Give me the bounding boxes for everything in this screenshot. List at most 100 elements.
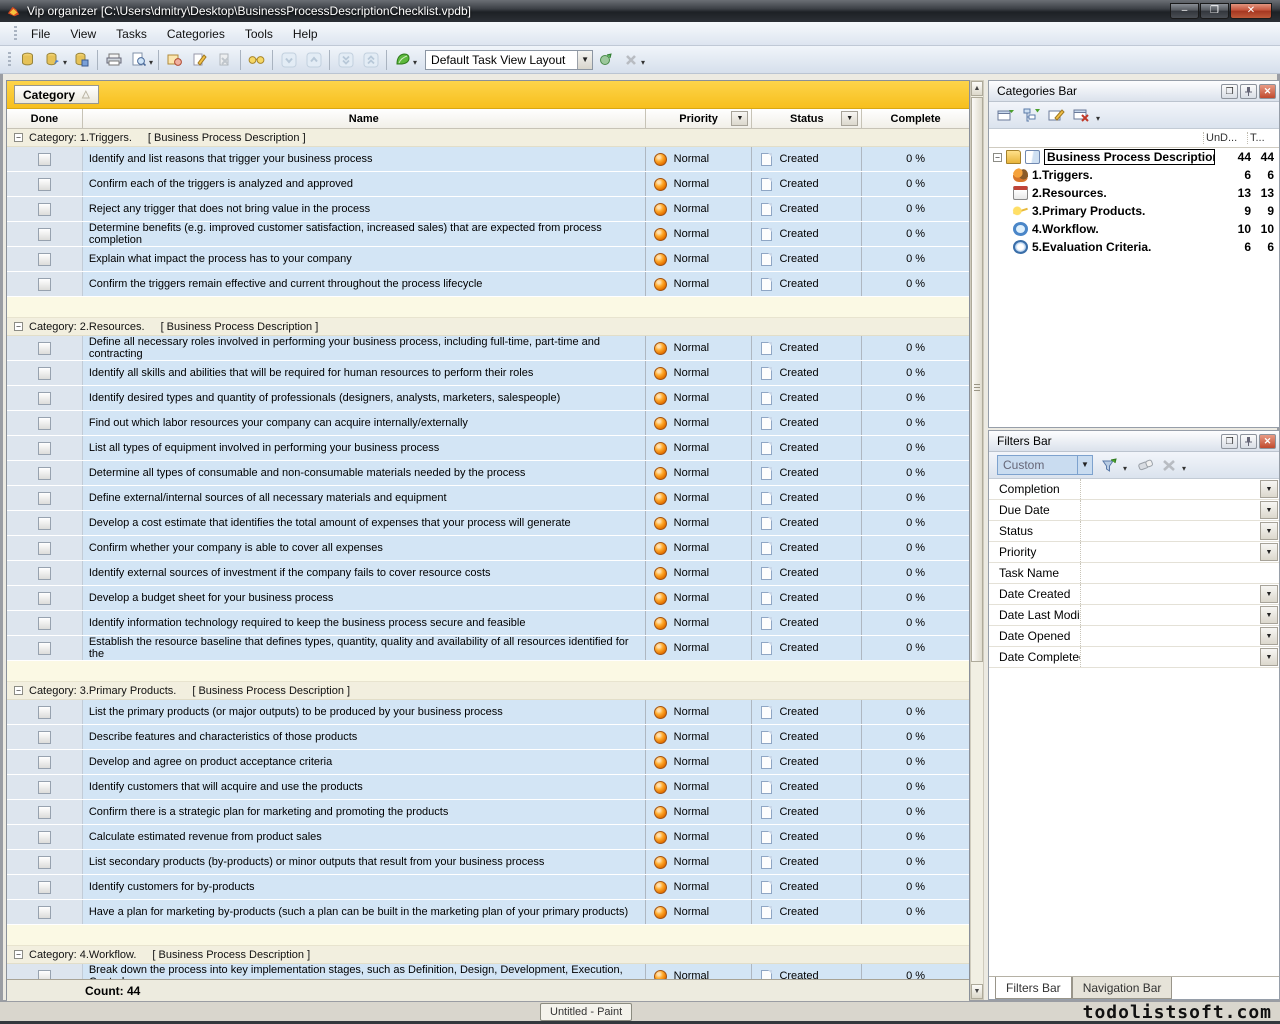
done-checkbox[interactable] (38, 731, 51, 744)
priority-cell[interactable]: Normal (645, 964, 752, 979)
complete-cell[interactable]: 0 % (861, 411, 969, 435)
status-cell[interactable]: Created (751, 850, 861, 874)
status-cell[interactable]: Created (751, 511, 861, 535)
status-cell[interactable]: Created (751, 800, 861, 824)
task-name-cell[interactable]: Confirm the triggers remain effective an… (82, 272, 645, 296)
filter-dropdown-icon[interactable]: ▼ (1260, 606, 1278, 624)
priority-cell[interactable]: Normal (645, 461, 752, 485)
categories-bar-close-icon[interactable]: ✕ (1259, 84, 1276, 99)
priority-cell[interactable]: Normal (645, 486, 752, 510)
tree-category-label[interactable]: 2.Resources. (1032, 186, 1215, 200)
complete-cell[interactable]: 0 % (861, 486, 969, 510)
column-status[interactable]: Status ▼ (751, 109, 861, 128)
status-cell[interactable]: Created (751, 386, 861, 410)
complete-cell[interactable]: 0 % (861, 700, 969, 724)
done-checkbox[interactable] (38, 253, 51, 266)
filter-label[interactable]: Date Last Modified (989, 605, 1081, 625)
clear-filter-icon[interactable] (1137, 459, 1154, 472)
new-subcategory-icon[interactable] (1023, 108, 1040, 123)
print-preview-dropdown-icon[interactable]: ▾ (149, 58, 153, 67)
tree-root-label[interactable]: Business Process Description (1044, 149, 1215, 165)
save-database-icon[interactable] (69, 48, 94, 71)
category-header-row[interactable]: − Category: 1.Triggers. [ Business Proce… (7, 129, 969, 147)
complete-cell[interactable]: 0 % (861, 725, 969, 749)
task-name-cell[interactable]: Identify all skills and abilities that w… (82, 361, 645, 385)
done-checkbox[interactable] (38, 442, 51, 455)
filters-bar-restore-icon[interactable]: ❐ (1221, 434, 1238, 449)
priority-cell[interactable]: Normal (645, 725, 752, 749)
status-cell[interactable]: Created (751, 197, 861, 221)
done-checkbox[interactable] (38, 881, 51, 894)
tree-column-total[interactable]: T... (1247, 132, 1279, 144)
filter-dropdown-icon[interactable]: ▼ (1260, 648, 1278, 666)
tree-column-undone[interactable]: UnD... (1203, 132, 1247, 144)
priority-cell[interactable]: Normal (645, 775, 752, 799)
task-name-cell[interactable]: Identify customers for by-products (82, 875, 645, 899)
status-filter-dropdown-icon[interactable]: ▼ (841, 111, 858, 126)
done-checkbox[interactable] (38, 153, 51, 166)
done-checkbox[interactable] (38, 781, 51, 794)
priority-cell[interactable]: Normal (645, 361, 752, 385)
task-row[interactable]: List all types of equipment involved in … (7, 436, 969, 460)
tree-category-row[interactable]: 5.Evaluation Criteria. 6 6 (989, 238, 1279, 256)
move-top-icon[interactable] (358, 48, 383, 71)
print-icon[interactable] (101, 48, 126, 71)
complete-cell[interactable]: 0 % (861, 636, 969, 660)
status-cell[interactable]: Created (751, 636, 861, 660)
filter-label[interactable]: Completion (989, 479, 1081, 499)
status-cell[interactable]: Created (751, 461, 861, 485)
delete-filter-icon[interactable] (1162, 459, 1176, 472)
task-row[interactable]: Explain what impact the process has to y… (7, 247, 969, 271)
tree-category-row[interactable]: 1.Triggers. 6 6 (989, 166, 1279, 184)
restore-button[interactable]: ❐ (1200, 3, 1229, 19)
filter-preset-combo[interactable]: Custom ▼ (997, 455, 1093, 475)
complete-cell[interactable]: 0 % (861, 825, 969, 849)
task-name-cell[interactable]: Identify desired types and quantity of p… (82, 386, 645, 410)
title-bar[interactable]: Vip organizer [C:\Users\dmitry\Desktop\B… (0, 0, 1280, 22)
move-bottom-icon[interactable] (333, 48, 358, 71)
filter-value-field[interactable] (1081, 563, 1260, 583)
open-database-icon[interactable] (40, 48, 65, 71)
menu-item[interactable]: File (21, 24, 60, 44)
task-row[interactable]: Define external/internal sources of all … (7, 486, 969, 510)
filter-value-field[interactable] (1081, 479, 1260, 499)
column-done[interactable]: Done (7, 109, 82, 128)
priority-filter-dropdown-icon[interactable]: ▼ (731, 111, 748, 126)
priority-cell[interactable]: Normal (645, 336, 752, 360)
priority-cell[interactable]: Normal (645, 536, 752, 560)
edit-category-icon[interactable] (1048, 108, 1065, 123)
scroll-down-icon[interactable]: ▼ (971, 984, 983, 999)
task-name-cell[interactable]: Explain what impact the process has to y… (82, 247, 645, 271)
status-cell[interactable]: Created (751, 536, 861, 560)
filters-bar-close-icon[interactable]: ✕ (1259, 434, 1276, 449)
done-checkbox[interactable] (38, 706, 51, 719)
status-cell[interactable]: Created (751, 964, 861, 979)
menu-item[interactable]: Tasks (106, 24, 157, 44)
complete-cell[interactable]: 0 % (861, 436, 969, 460)
status-cell[interactable]: Created (751, 700, 861, 724)
status-cell[interactable]: Created (751, 875, 861, 899)
filter-dropdown-icon[interactable]: ▼ (1260, 522, 1278, 540)
filter-dropdown-icon[interactable]: ▼ (1260, 585, 1278, 603)
complete-cell[interactable]: 0 % (861, 900, 969, 924)
filter-value-field[interactable] (1081, 500, 1260, 520)
task-name-cell[interactable]: Identify external sources of investment … (82, 561, 645, 585)
task-row[interactable]: Describe features and characteristics of… (7, 725, 969, 749)
filter-label[interactable]: Status (989, 521, 1081, 541)
task-row[interactable]: Develop a budget sheet for your business… (7, 586, 969, 610)
complete-cell[interactable]: 0 % (861, 386, 969, 410)
complete-cell[interactable]: 0 % (861, 461, 969, 485)
tree-category-row[interactable]: 2.Resources. 13 13 (989, 184, 1279, 202)
filter-dropdown-icon[interactable]: ▼ (1260, 501, 1278, 519)
filter-label[interactable]: Date Created (989, 584, 1081, 604)
task-name-cell[interactable]: List the primary products (or major outp… (82, 700, 645, 724)
table-scrollbar[interactable]: ▲ ▼ (970, 80, 984, 1000)
task-row[interactable]: Determine benefits (e.g. improved custom… (7, 222, 969, 246)
complete-cell[interactable]: 0 % (861, 875, 969, 899)
filter-dropdown-icon[interactable]: ▼ (1260, 480, 1278, 498)
priority-cell[interactable]: Normal (645, 222, 752, 246)
task-row[interactable]: Define all necessary roles involved in p… (7, 336, 969, 360)
filter-label[interactable]: Task Name (989, 563, 1081, 583)
priority-cell[interactable]: Normal (645, 900, 752, 924)
save-filter-icon[interactable] (1101, 458, 1117, 473)
